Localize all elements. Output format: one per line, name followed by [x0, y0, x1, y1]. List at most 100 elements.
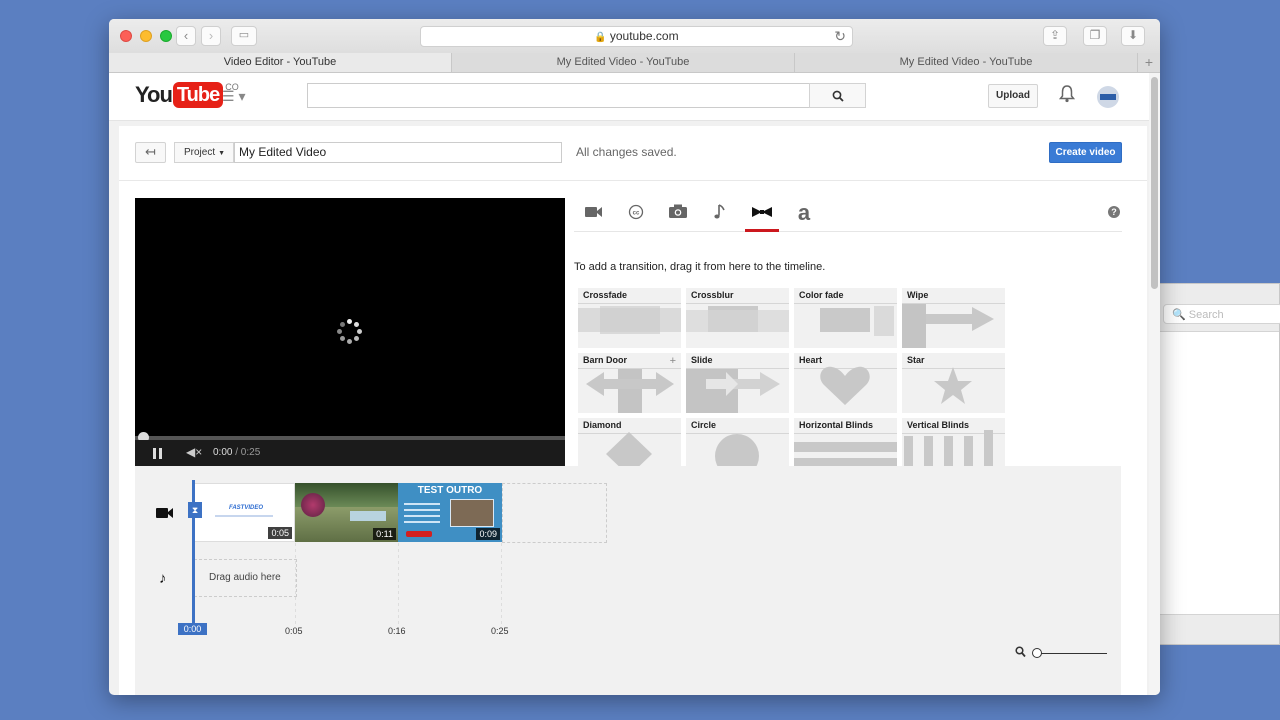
share-icon[interactable]: ⇪ [1043, 26, 1067, 46]
upload-button[interactable]: Upload [988, 84, 1038, 108]
back-button[interactable]: ↤ [135, 142, 166, 163]
video-track-icon [156, 507, 174, 522]
video-camera-glyph [156, 508, 173, 518]
tab-video-editor[interactable]: Video Editor - YouTube [109, 53, 452, 72]
bell-icon[interactable] [1059, 85, 1075, 103]
minimize-window-button[interactable] [140, 30, 152, 42]
guide-menu-icon[interactable]: ☰ ▾ [222, 88, 245, 105]
lock-icon: 🔒 [594, 32, 607, 43]
transition-marker-icon[interactable]: ⧗ [188, 502, 202, 518]
music-note-icon[interactable] [703, 204, 737, 232]
project-dropdown[interactable]: Project ▼ [174, 142, 234, 163]
tab-strip: Video Editor - YouTube My Edited Video -… [109, 53, 1160, 73]
tab-my-edited-video-1[interactable]: My Edited Video - YouTube [452, 53, 795, 72]
transition-crossfade[interactable]: Crossfade [578, 288, 681, 348]
browser-titlebar: ‹ › ▭ 🔒 youtube.com ↻ ⇪ ❐ ⬇ [109, 19, 1160, 53]
transitions-glyph [752, 207, 772, 217]
background-window: 🔍 Search [1150, 283, 1280, 645]
transition-label: Horizontal Blinds [799, 420, 873, 430]
search-button[interactable] [809, 83, 866, 108]
transition-barn-door[interactable]: Barn Door + [578, 353, 681, 413]
transition-heart[interactable]: Heart [794, 353, 897, 413]
transition-wipe[interactable]: Wipe [902, 288, 1005, 348]
transition-circle[interactable]: Circle [686, 418, 789, 466]
transition-hint: To add a transition, drag it from here t… [574, 261, 826, 273]
create-video-button[interactable]: Create video [1049, 142, 1122, 163]
time-display: 0:00 / 0:25 [213, 447, 260, 458]
video-camera-icon[interactable] [577, 204, 611, 232]
logo-tube: Tube [172, 82, 224, 108]
timeline-clip-outro[interactable]: TEST OUTRO 0:09 [398, 483, 502, 542]
sidebar-toggle-icon[interactable]: ▭ [231, 26, 257, 46]
transition-color-fade[interactable]: Color fade [794, 288, 897, 348]
player-controls: ◀× 0:00 / 0:25 [135, 440, 565, 466]
music-glyph [714, 204, 725, 219]
video-title-field[interactable]: My Edited Video [234, 142, 562, 163]
logo-you: You [135, 82, 173, 107]
back-nav-icon[interactable]: ‹ [176, 26, 196, 46]
clip-thumbnail [450, 499, 494, 527]
zoom-slider-handle[interactable] [1032, 648, 1042, 658]
video-editor-card: ↤ Project ▼ My Edited Video All changes s… [119, 126, 1147, 695]
transition-horizontal-blinds[interactable]: Horizontal Blinds [794, 418, 897, 466]
youtube-header: You Tube CO ☰ ▾ Upload [109, 73, 1160, 121]
timeline-tick: 0:05 [285, 626, 303, 636]
transition-label: Crossfade [583, 290, 628, 300]
timeline-clip-garden[interactable]: 0:11 [295, 483, 398, 542]
bowtie-icon[interactable] [745, 204, 779, 232]
timeline-zoom [1015, 646, 1110, 662]
project-label: Project [184, 147, 216, 158]
new-tab-button[interactable]: + [1138, 53, 1160, 72]
clip-duration: 0:11 [373, 528, 396, 540]
cc-icon[interactable]: cc [619, 204, 653, 232]
background-window-toolbar: 🔍 Search [1151, 284, 1280, 332]
zoom-window-button[interactable] [160, 30, 172, 42]
transition-label: Color fade [799, 290, 844, 300]
transition-star[interactable]: Star [902, 353, 1005, 413]
transition-label: Heart [799, 355, 823, 365]
tabs-overview-icon[interactable]: ❐ [1083, 26, 1107, 46]
transition-label: Slide [691, 355, 713, 365]
forward-nav-icon[interactable]: › [201, 26, 221, 46]
playhead-time: 0:00 [178, 623, 207, 635]
photo-camera-glyph [669, 204, 687, 218]
downloads-icon[interactable]: ⬇ [1121, 26, 1145, 46]
zoom-slider-track[interactable] [1035, 653, 1107, 654]
zoom-icon [1015, 646, 1026, 658]
transition-slide[interactable]: Slide [686, 353, 789, 413]
current-time: 0:00 [213, 447, 233, 458]
subscribe-badge [406, 531, 432, 537]
editor-topbar: ↤ Project ▼ My Edited Video All changes s… [119, 126, 1147, 181]
avatar[interactable] [1097, 86, 1119, 108]
transition-diamond[interactable]: Diamond [578, 418, 681, 466]
duration: / 0:25 [235, 447, 261, 458]
help-icon[interactable]: ? [1108, 206, 1120, 218]
search-icon [832, 90, 844, 102]
url-text: youtube.com [609, 29, 679, 43]
caret-down-icon: ▼ [218, 150, 226, 157]
mute-icon[interactable]: ◀× [186, 445, 202, 459]
audio-drop-zone[interactable]: Drag audio here [194, 559, 297, 597]
close-window-button[interactable] [120, 30, 132, 42]
tab-my-edited-video-2[interactable]: My Edited Video - YouTube [795, 53, 1138, 72]
pause-icon[interactable] [153, 448, 163, 459]
transition-label: Barn Door [583, 355, 628, 365]
camera-icon[interactable] [661, 204, 695, 232]
video-preview-player[interactable]: ◀× 0:00 / 0:25 [135, 198, 565, 466]
background-window-footer [1151, 614, 1279, 644]
search-input[interactable] [307, 83, 810, 108]
transition-crossblur[interactable]: Crossblur [686, 288, 789, 348]
reload-icon[interactable]: ↻ [834, 27, 846, 46]
empty-video-slot[interactable] [502, 483, 607, 543]
transitions-grid: Crossfade Crossblur Color fade Wipe Barn… [578, 288, 1008, 466]
timeline-clip-intro[interactable]: FASTVIDEO 0:05 [194, 483, 295, 542]
captions-glyph: cc [628, 204, 644, 220]
transition-label: Diamond [583, 420, 622, 430]
transition-vertical-blinds[interactable]: Vertical Blinds [902, 418, 1005, 466]
text-a-icon[interactable]: a [787, 202, 821, 232]
clip-duration: 0:05 [268, 527, 292, 539]
address-bar[interactable]: 🔒 youtube.com ↻ [420, 26, 853, 47]
transition-label: Star [907, 355, 925, 365]
page-scrollbar[interactable] [1149, 73, 1160, 695]
clip-title: TEST OUTRO [417, 485, 483, 496]
